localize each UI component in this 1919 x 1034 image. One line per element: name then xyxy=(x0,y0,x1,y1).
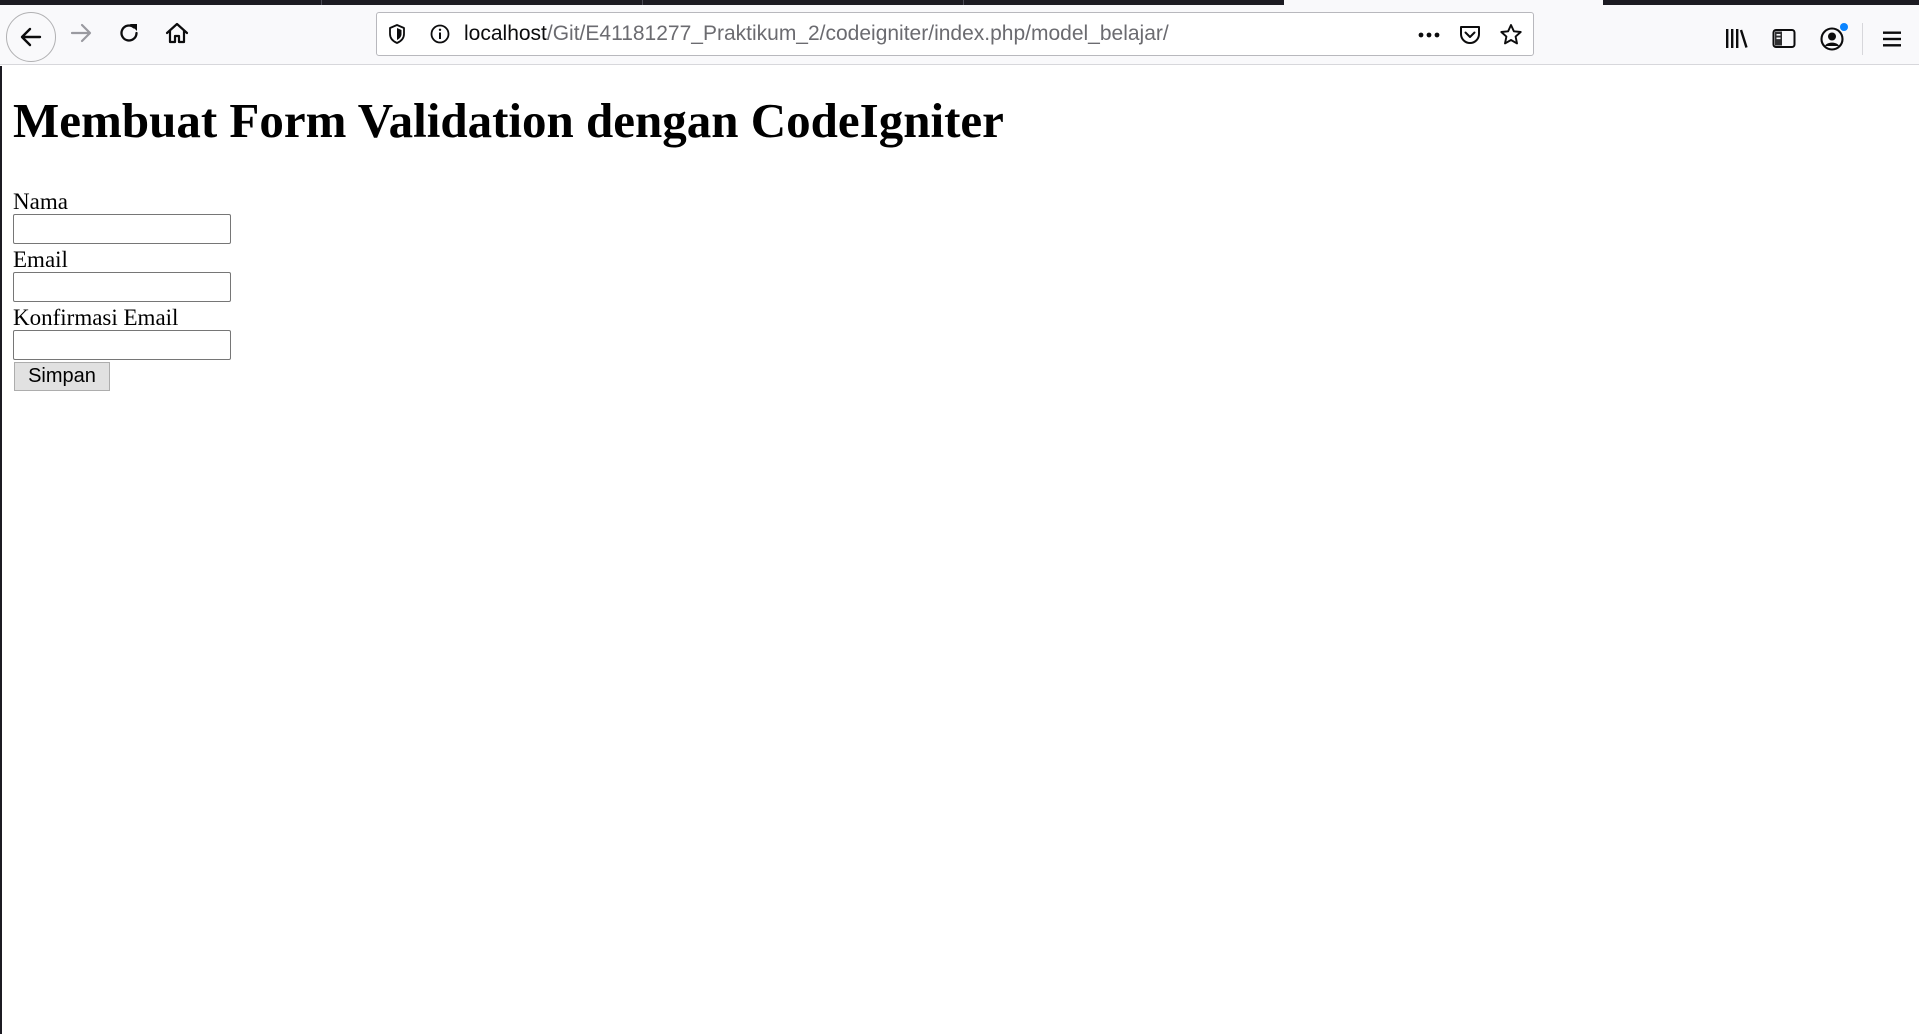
email-label: Email xyxy=(13,247,68,272)
email-input[interactable] xyxy=(13,272,231,302)
sidebar-icon[interactable] xyxy=(1770,25,1798,53)
account-icon[interactable] xyxy=(1818,23,1848,53)
reload-button[interactable] xyxy=(109,13,149,53)
page-content: Membuat Form Validation dengan CodeIgnit… xyxy=(2,66,1919,1034)
navigation-toolbar: localhost/Git/E41181277_Praktikum_2/code… xyxy=(0,5,1919,65)
star-icon[interactable] xyxy=(1498,22,1524,48)
pocket-icon[interactable] xyxy=(1457,22,1483,48)
hamburger-menu-icon[interactable] xyxy=(1878,25,1906,53)
nama-label: Nama xyxy=(13,189,68,214)
library-icon[interactable] xyxy=(1722,25,1750,53)
page-title: Membuat Form Validation dengan CodeIgnit… xyxy=(13,93,1004,148)
home-button[interactable] xyxy=(157,13,197,53)
konfirmasi-email-label: Konfirmasi Email xyxy=(13,305,179,330)
info-icon[interactable] xyxy=(428,22,452,46)
notification-dot xyxy=(1840,23,1848,31)
back-arrow-icon xyxy=(18,24,44,50)
simpan-button[interactable]: Simpan xyxy=(14,362,110,391)
back-button[interactable] xyxy=(6,12,56,62)
forward-arrow-icon xyxy=(68,20,94,46)
url-path: /Git/E41181277_Praktikum_2/codeigniter/i… xyxy=(546,22,1169,45)
forward-button[interactable] xyxy=(61,13,101,53)
shield-icon[interactable] xyxy=(385,22,409,46)
toolbar-divider xyxy=(1862,23,1863,55)
home-icon xyxy=(164,20,190,46)
konfirmasi-email-input[interactable] xyxy=(13,330,231,360)
url-text[interactable]: localhost/Git/E41181277_Praktikum_2/code… xyxy=(464,13,1169,55)
address-bar[interactable]: localhost/Git/E41181277_Praktikum_2/code… xyxy=(376,12,1534,56)
more-dots-icon[interactable] xyxy=(1416,22,1442,48)
url-host: localhost xyxy=(464,22,547,45)
nama-input[interactable] xyxy=(13,214,231,244)
reload-icon xyxy=(116,20,142,46)
